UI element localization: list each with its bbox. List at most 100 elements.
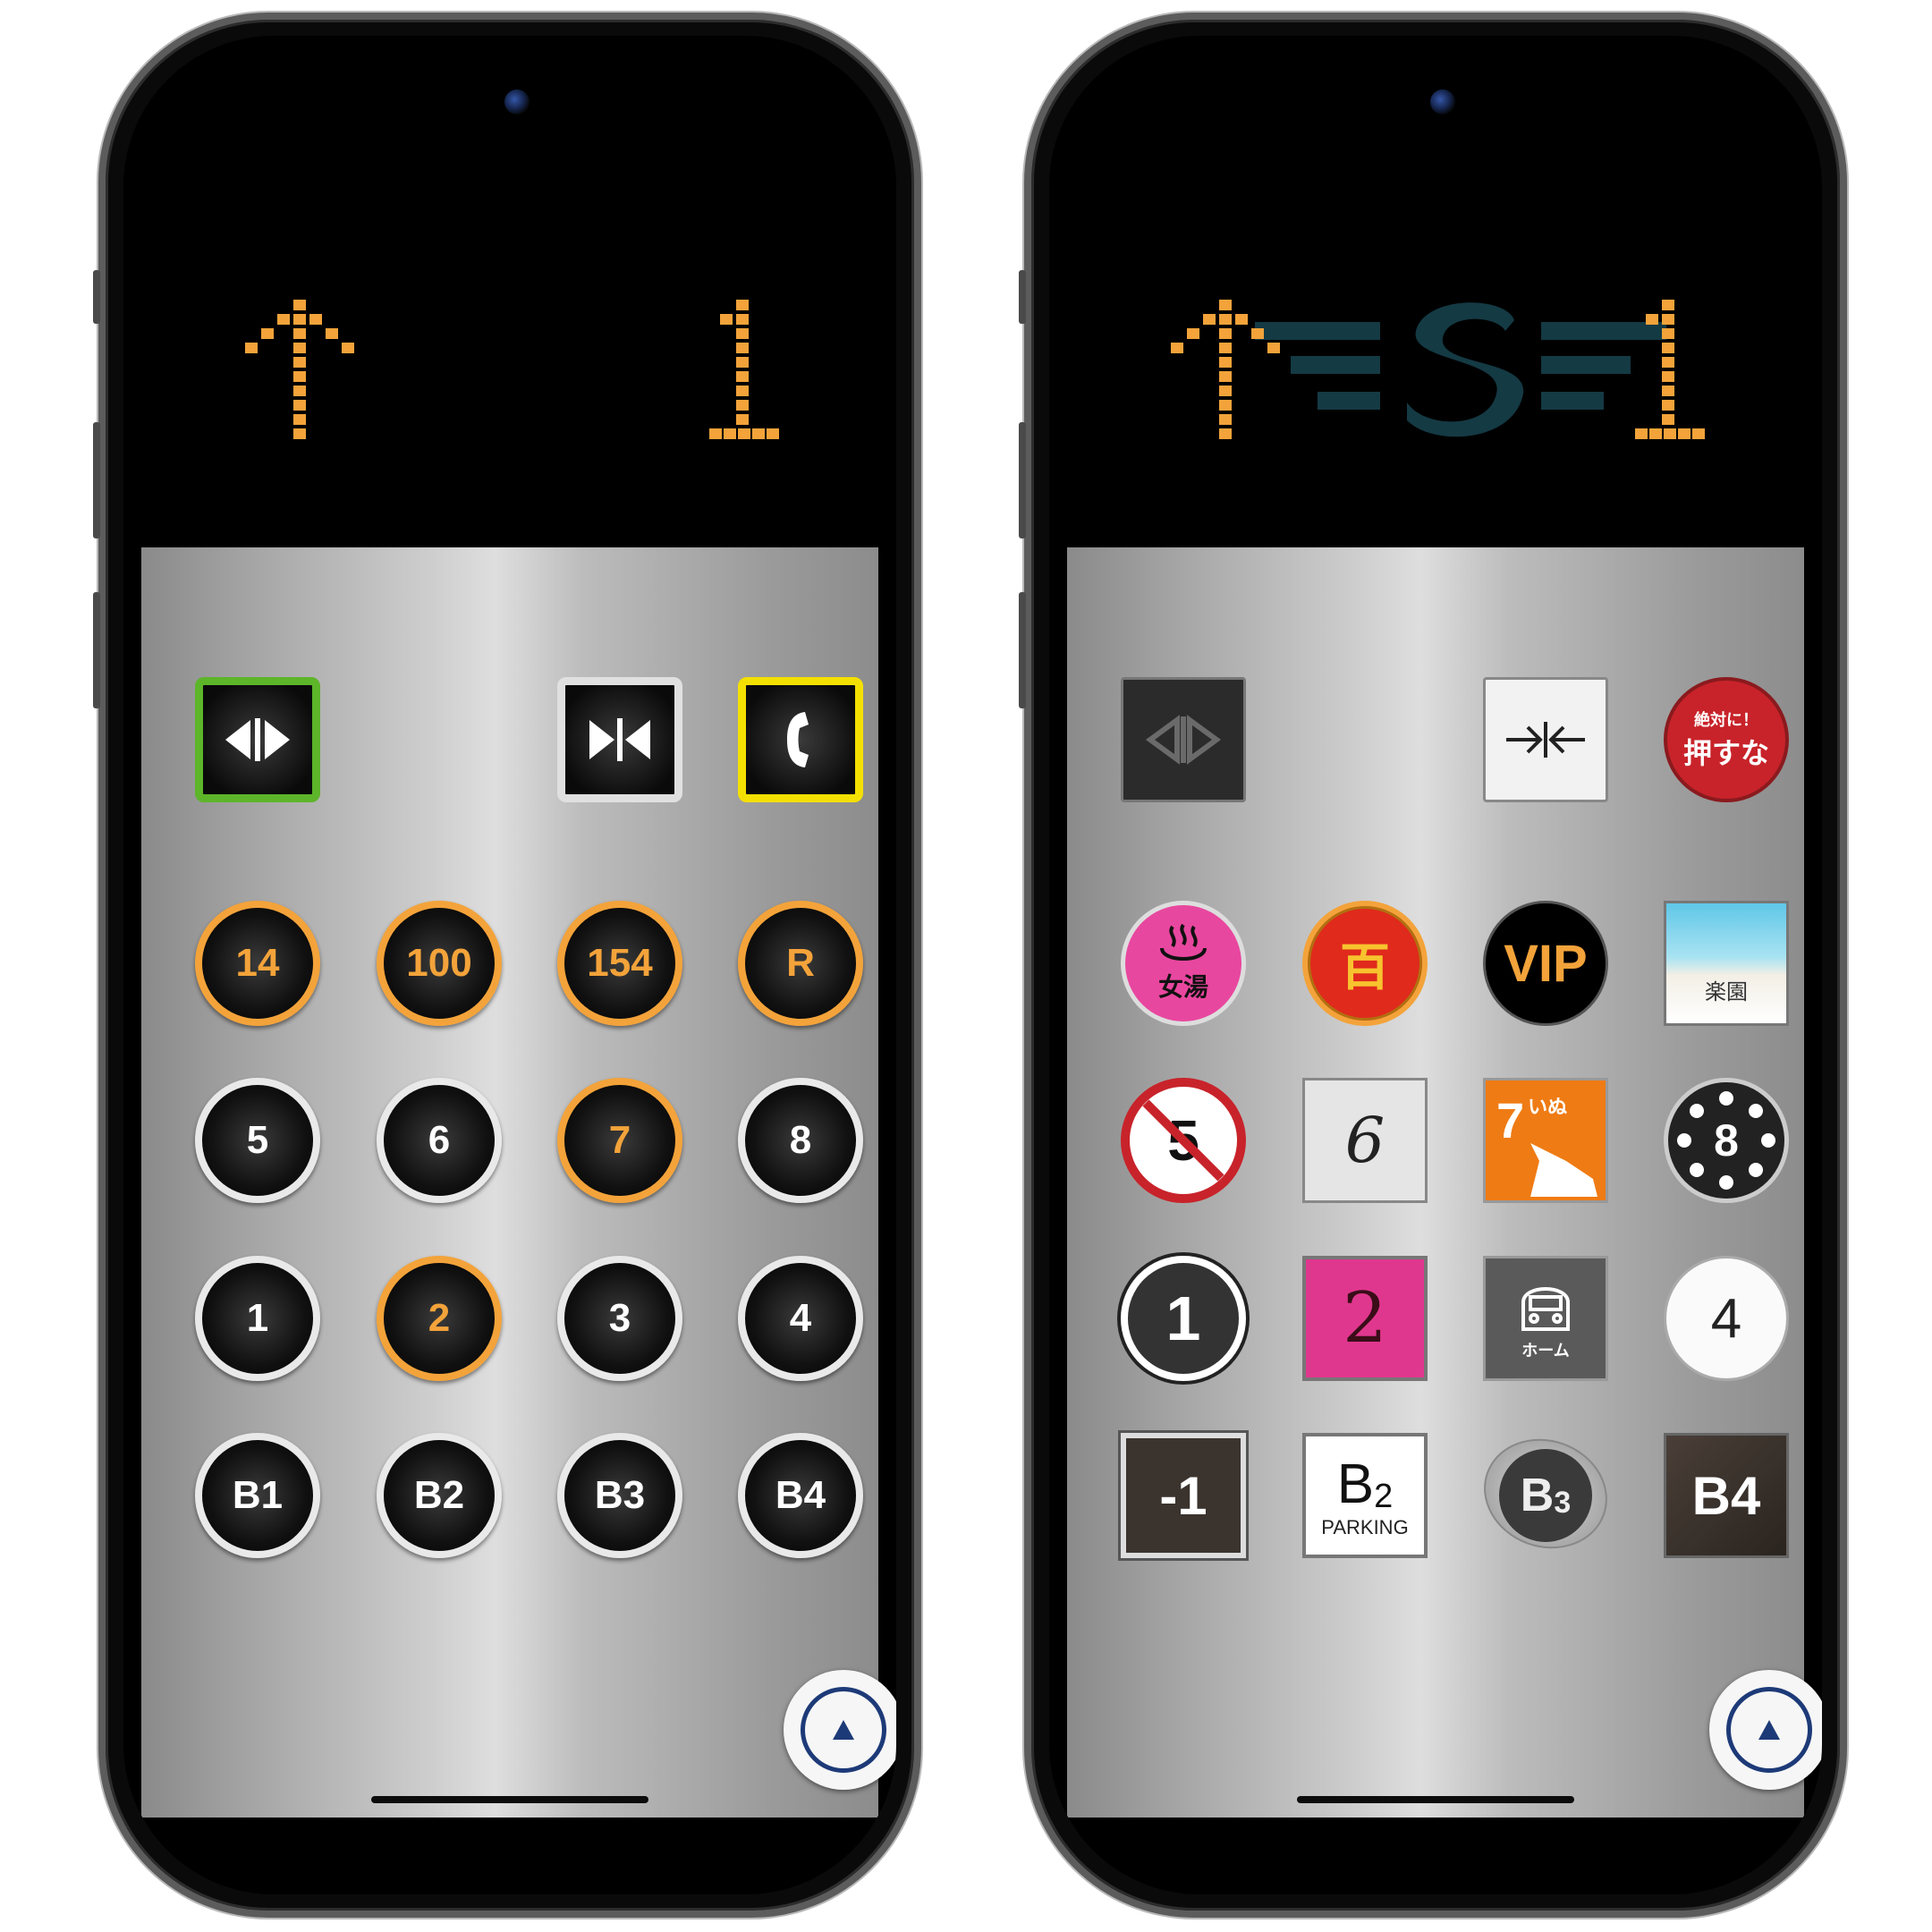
floor-button-7[interactable]: 7: [557, 1078, 682, 1203]
close-door-button[interactable]: [557, 677, 682, 802]
open-door-button[interactable]: [195, 677, 320, 802]
floor-button-3[interactable]: 3: [557, 1256, 682, 1381]
floor-b3-button[interactable]: B3: [1468, 1421, 1623, 1566]
floor-5-no-button[interactable]: 5: [1121, 1078, 1246, 1203]
floor-button-R[interactable]: R: [738, 901, 863, 1026]
floor-button-154[interactable]: 154: [557, 901, 682, 1026]
prohibited-slash-icon: [1142, 1099, 1224, 1182]
floor-label: 7: [608, 1118, 631, 1162]
close-arrows-icon: [1506, 722, 1585, 758]
close-door-icon: [589, 718, 650, 761]
floor-label: 1: [246, 1296, 269, 1340]
floor-1-button[interactable]: 1: [1121, 1256, 1246, 1381]
floor-6-button[interactable]: 6: [1302, 1078, 1428, 1203]
floor-button-100[interactable]: 100: [377, 901, 502, 1026]
call-button[interactable]: [738, 677, 863, 802]
s-logo-icon: [1255, 302, 1666, 437]
floor-8-label: 8: [1714, 1115, 1739, 1165]
floor-button-B4[interactable]: B4: [738, 1433, 863, 1558]
floor-button-5[interactable]: 5: [195, 1078, 320, 1203]
open-door-icon: [1145, 715, 1222, 765]
camera-icon: [504, 89, 530, 114]
dog-label: いぬ: [1528, 1096, 1568, 1118]
close-door-button[interactable]: [1483, 677, 1608, 802]
floor-2-button[interactable]: 2: [1302, 1256, 1428, 1381]
phone-left: 1 14 100 154 R 5 6 7: [93, 13, 921, 1918]
floor-indicator-digit: [709, 300, 779, 439]
floor-7-label: 7: [1496, 1092, 1525, 1148]
floor-button-14[interactable]: 14: [195, 901, 320, 1026]
home-indicator: [371, 1796, 648, 1803]
floor-button-2[interactable]: 2: [377, 1256, 502, 1381]
dog-icon: [1530, 1143, 1597, 1197]
floor-label: 100: [406, 941, 472, 985]
floor-label: 4: [789, 1296, 812, 1340]
paradise-button[interactable]: 楽園: [1664, 901, 1789, 1026]
floor-7-dog-button[interactable]: 7 いぬ: [1483, 1078, 1608, 1203]
hot-spring-icon: [1160, 923, 1207, 961]
floor-label: R: [786, 941, 815, 985]
screen-left: 1 14 100 154 R 5 6 7: [123, 36, 896, 1894]
floor-button-B2[interactable]: B2: [377, 1433, 502, 1558]
side-button: [1019, 422, 1026, 538]
floor-label: 154: [587, 941, 653, 985]
side-button: [93, 270, 100, 324]
phone-icon: [787, 712, 809, 767]
hundred-button[interactable]: 百: [1302, 901, 1428, 1026]
floor-label: 8: [789, 1118, 812, 1162]
floor-b4-button[interactable]: B4: [1664, 1433, 1789, 1558]
floor-button-B3[interactable]: B3: [557, 1433, 682, 1558]
home-indicator: [1297, 1796, 1574, 1803]
floor-b4-label: B4: [1691, 1465, 1761, 1526]
side-button: [1019, 270, 1026, 324]
floor-b2-parking-button[interactable]: B 2 PARKING: [1302, 1433, 1428, 1558]
side-button: [93, 422, 100, 538]
floor-1-label: 1: [1165, 1284, 1201, 1353]
floor-label: B4: [775, 1473, 826, 1517]
button-panel: 絶対に！ 押すな 女湯 百 VIP 楽園 6 7 いぬ 8 1 2 ホーム 4 …: [1067, 547, 1822, 1818]
floor-4-button[interactable]: 4: [1664, 1256, 1789, 1381]
floor-button-4[interactable]: 4: [738, 1256, 863, 1381]
open-door-button[interactable]: [1121, 677, 1246, 802]
stage: 1 14 100 154 R 5 6 7: [0, 0, 1932, 1932]
floor-8-button[interactable]: 8: [1664, 1078, 1789, 1203]
vip-button[interactable]: VIP: [1483, 901, 1608, 1026]
side-button: [93, 592, 100, 708]
floor-minus-1-button[interactable]: -1: [1121, 1433, 1246, 1558]
screen-right: S: [1049, 36, 1822, 1894]
phone-right: S: [1019, 13, 1847, 1918]
floor-4-label: 4: [1710, 1287, 1742, 1350]
onsen-button[interactable]: 女湯: [1121, 901, 1246, 1026]
floor-label: 2: [428, 1296, 451, 1340]
floor-label: 14: [235, 941, 280, 985]
floor-6-label: 6: [1344, 1104, 1385, 1177]
do-not-push-label: 押すな: [1682, 737, 1769, 769]
side-button: [1019, 592, 1026, 708]
b3-main-label: B: [1520, 1470, 1555, 1521]
camera-icon: [1430, 89, 1455, 114]
floor-label: B2: [413, 1473, 465, 1517]
up-triangle-icon: [1726, 1687, 1812, 1773]
b3-sub-label: 3: [1554, 1485, 1572, 1520]
up-arrow-indicator: [1171, 300, 1280, 439]
open-door-icon: [225, 718, 290, 761]
home-platform-button[interactable]: ホーム: [1483, 1256, 1608, 1381]
floor-button-8[interactable]: 8: [738, 1078, 863, 1203]
floor-button-1[interactable]: 1: [195, 1256, 320, 1381]
up-triangle-icon: [801, 1687, 886, 1773]
b2-sub-label: 2: [1374, 1477, 1394, 1515]
vip-label: VIP: [1504, 934, 1588, 993]
do-not-push-small-label: 絶対に！: [1694, 711, 1758, 729]
settings-fab[interactable]: [1709, 1670, 1822, 1790]
paradise-label: 楽園: [1705, 980, 1748, 1004]
floor-label: 3: [608, 1296, 631, 1340]
settings-fab[interactable]: [784, 1670, 896, 1790]
floor-label: 5: [246, 1118, 269, 1162]
floor-label: B1: [232, 1473, 284, 1517]
floor-minus-1-label: -1: [1159, 1465, 1208, 1526]
floor-button-6[interactable]: 6: [377, 1078, 502, 1203]
floor-label: 6: [428, 1118, 451, 1162]
floor-button-B1[interactable]: B1: [195, 1433, 320, 1558]
floor-indicator-digit: [1635, 300, 1705, 439]
do-not-push-button[interactable]: 絶対に！ 押すな: [1664, 677, 1789, 802]
